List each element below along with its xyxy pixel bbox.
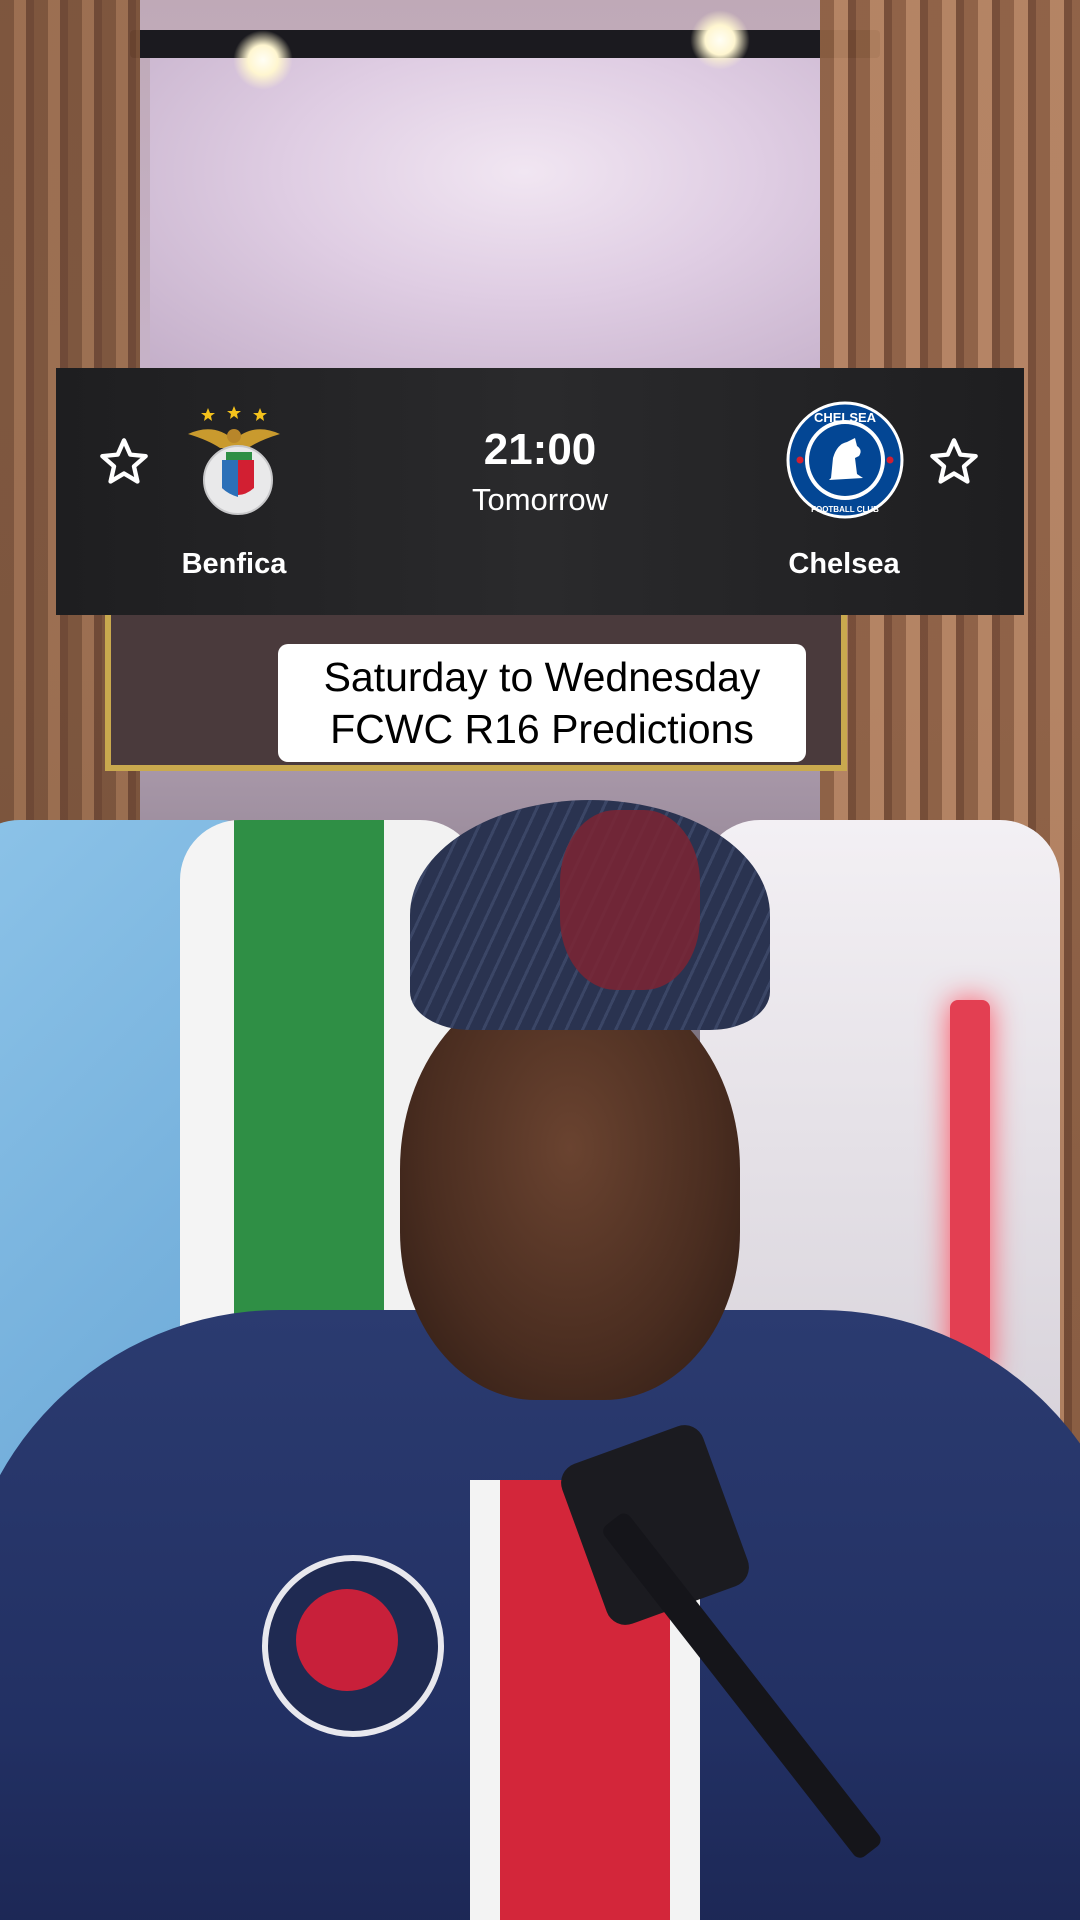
chelsea-crest-icon[interactable]: CHELSEA FOOTBALL CLUB	[785, 400, 905, 520]
psg-crest	[262, 1555, 444, 1737]
ceiling-light	[690, 10, 750, 70]
kickoff-day: Tomorrow	[471, 482, 609, 517]
benfica-crest-icon[interactable]	[174, 400, 294, 520]
home-team-name[interactable]: Benfica	[134, 548, 334, 581]
caption-line-2: FCWC R16 Predictions	[330, 706, 754, 752]
chelsea-crest-subtext: FOOTBALL CLUB	[811, 505, 879, 514]
marble-wall	[150, 40, 830, 370]
kickoff-time: 21:00	[483, 425, 597, 474]
video-caption: Saturday to Wednesday FCWC R16 Predictio…	[278, 644, 806, 762]
away-team-name[interactable]: Chelsea	[744, 548, 944, 581]
video-background	[0, 0, 1080, 1920]
caption-line-1: Saturday to Wednesday	[323, 654, 761, 700]
chelsea-crest-text: CHELSEA	[814, 410, 877, 425]
red-light-bar	[950, 1000, 990, 1380]
ceiling-light	[233, 30, 293, 90]
star-outline-icon[interactable]	[928, 436, 980, 488]
presenter-head	[400, 980, 740, 1400]
star-outline-icon[interactable]	[98, 436, 150, 488]
cap-red-panel	[560, 810, 700, 990]
